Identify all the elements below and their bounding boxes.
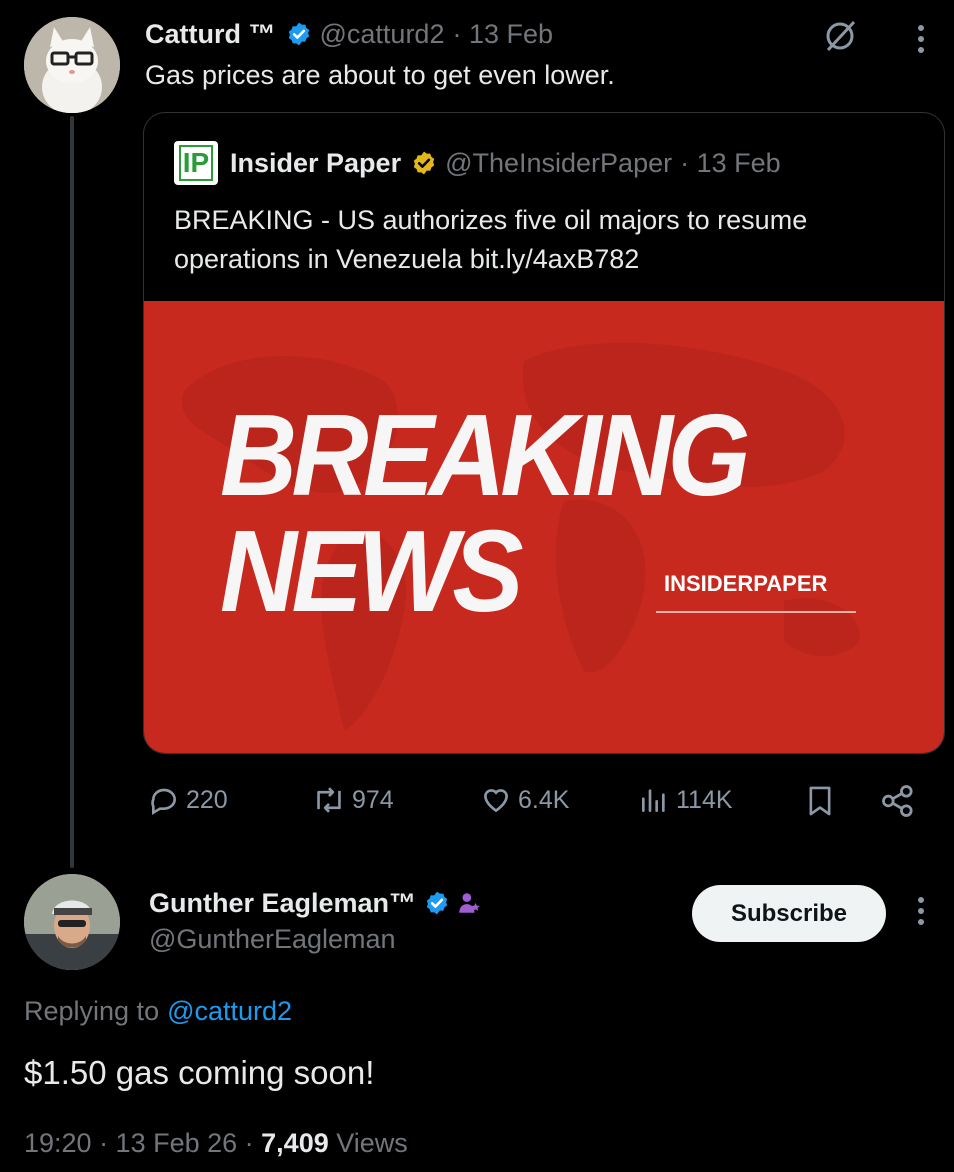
breaking-news-image[interactable]: BREAKING NEWS INSIDERPAPER (144, 301, 944, 753)
reply-count: 220 (186, 785, 228, 814)
tweet1-text: Gas prices are about to get even lower. (145, 60, 615, 90)
tweet2-meta: 19:20 · 13 Feb 26 · 7,409 Views (24, 1128, 408, 1159)
views-count: 114K (676, 785, 733, 814)
reply-icon (151, 788, 176, 816)
reply-action[interactable]: 220 (148, 784, 228, 816)
quote-text: BREAKING - US authorizes five oil majors… (174, 205, 808, 274)
verified-icon (413, 151, 435, 175)
replying-handle[interactable]: @catturd2 (167, 996, 292, 1027)
tweet2-handle[interactable]: @GuntherEagleman (149, 924, 396, 955)
grok-icon[interactable] (822, 18, 858, 54)
news-headline: NEWS (220, 506, 524, 636)
catturd-avatar[interactable] (24, 17, 120, 113)
share-icon[interactable] (880, 784, 916, 818)
views-icon (642, 789, 665, 812)
brand-underline (656, 611, 856, 613)
affiliate-icon (459, 893, 480, 913)
tweet2-time[interactable]: 19:20 · 13 Feb 26 · (24, 1128, 261, 1159)
insiderpaper-brand: INSIDERPAPER (664, 571, 828, 596)
bookmark-icon[interactable] (804, 784, 836, 818)
repost-action[interactable]: 974 (312, 784, 394, 816)
replying-to: Replying to @catturd2 (24, 996, 292, 1027)
repost-icon (317, 787, 341, 813)
tweet2-text: $1.50 gas coming soon! (24, 1054, 375, 1091)
quote-author-name[interactable]: Insider Paper (230, 148, 401, 179)
quote-card[interactable]: IP Insider Paper @TheInsiderPaper · 13 F… (143, 112, 945, 754)
like-icon (483, 789, 509, 813)
quote-date[interactable]: · 13 Feb (680, 148, 781, 179)
repost-count: 974 (352, 785, 394, 814)
verified-icon (288, 22, 309, 46)
insider-paper-logo: IP (174, 141, 218, 185)
subscribe-button[interactable]: Subscribe (692, 885, 886, 942)
tweet1-author-name[interactable]: Catturd ™ (145, 19, 276, 50)
views-action[interactable]: 114K (638, 784, 733, 816)
thread-connector (70, 116, 74, 868)
tweet1-date[interactable]: · 13 Feb (452, 19, 553, 50)
tweet1-header: Catturd ™ @catturd2 · 13 Feb (145, 14, 553, 54)
replying-prefix: Replying to (24, 996, 160, 1026)
quote-handle[interactable]: @TheInsiderPaper (445, 148, 672, 179)
like-action[interactable]: 6.4K (480, 784, 569, 816)
tweet2-author-name[interactable]: Gunther Eagleman™ (149, 888, 416, 919)
tweet2-views-count: 7,409 (261, 1128, 329, 1158)
tweet1-handle[interactable]: @catturd2 (320, 19, 445, 50)
breaking-headline: BREAKING (220, 390, 751, 520)
tweet2-views-label: Views (328, 1128, 408, 1158)
more-icon[interactable] (918, 892, 924, 930)
like-count: 6.4K (518, 785, 570, 814)
tweet2-header: Gunther Eagleman™ (149, 883, 482, 923)
verified-icon (426, 891, 448, 915)
quote-header: IP Insider Paper @TheInsiderPaper · 13 F… (174, 141, 781, 185)
gunther-avatar[interactable] (24, 874, 120, 970)
more-icon[interactable] (918, 20, 924, 58)
